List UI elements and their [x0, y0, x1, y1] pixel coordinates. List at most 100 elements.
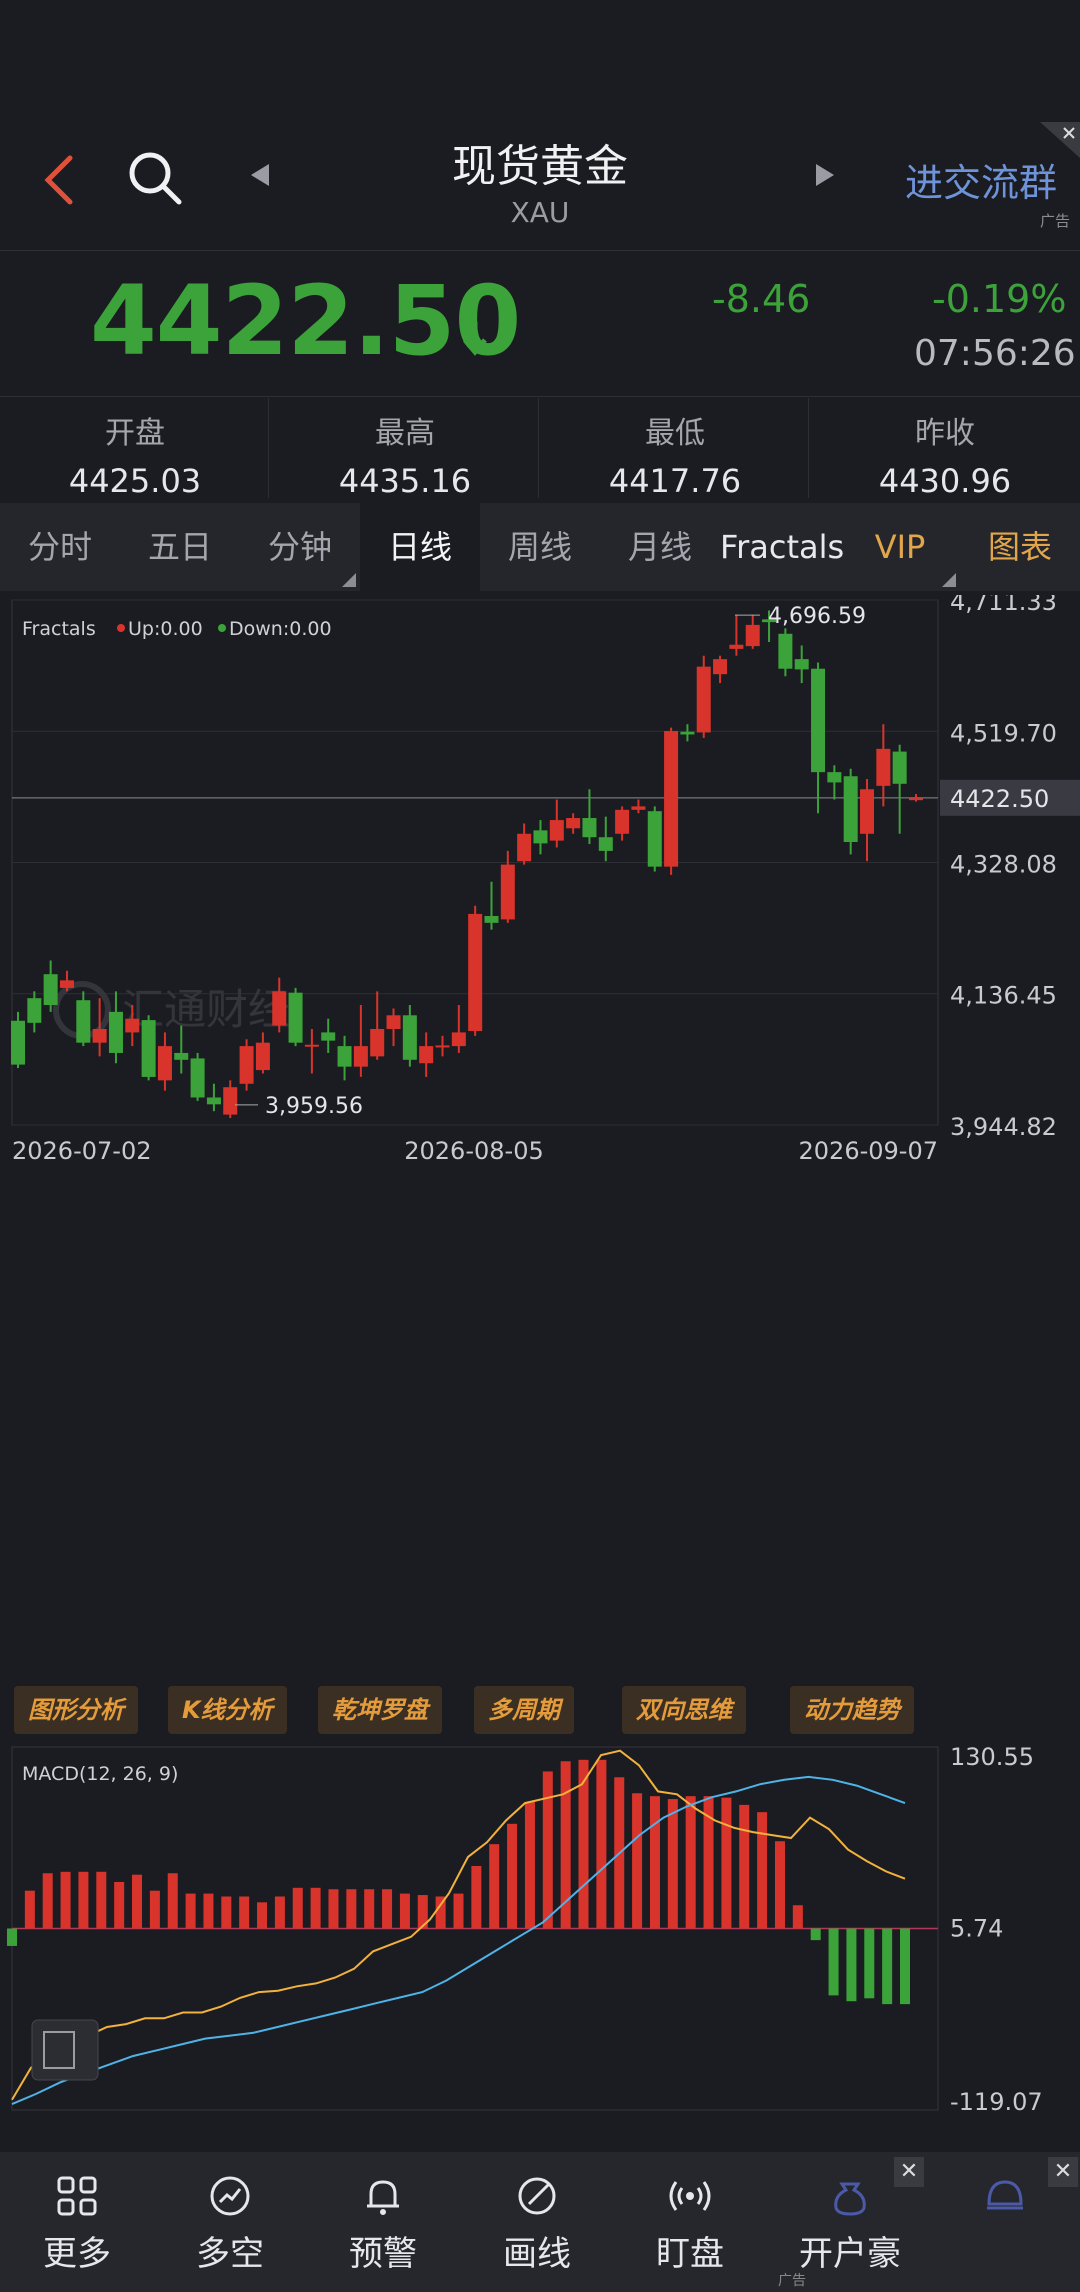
moneybag-icon: [834, 2182, 866, 2216]
x-tick-label: 2026-07-02: [12, 1137, 151, 1165]
candle-body: [288, 992, 303, 1043]
nav-draw-line[interactable]: 画线: [462, 2152, 612, 2292]
tool-kline-analysis-button[interactable]: K线分析: [168, 1686, 287, 1734]
back-icon[interactable]: [40, 150, 80, 210]
nav-ad-close-icon[interactable]: ✕: [894, 2157, 924, 2187]
stat-label: 昨收: [915, 416, 975, 451]
macd-histogram-bar: [60, 1871, 71, 1929]
tab-vip[interactable]: VIP: [840, 503, 960, 591]
header-divider: [0, 250, 1080, 251]
macd-histogram-bar: [739, 1804, 750, 1929]
tool-graphic-analysis-button[interactable]: 图形分析: [14, 1686, 138, 1734]
candle-body: [59, 980, 74, 988]
macd-histogram-bar: [685, 1796, 696, 1929]
x-tick-label: 2026-08-05: [404, 1137, 543, 1165]
x-tick-label: 2026-09-07: [799, 1137, 938, 1165]
nav-ad-close-icon[interactable]: ✕: [1048, 2157, 1078, 2187]
search-icon[interactable]: [125, 148, 185, 208]
legend-up: Up:0.00: [128, 618, 203, 640]
ad-join-group-link[interactable]: 进交流群: [905, 152, 1057, 207]
candle-body: [239, 1046, 254, 1084]
stat-value: 4425.03: [68, 462, 202, 500]
tool-compass-button[interactable]: 乾坤罗盘: [318, 1686, 442, 1734]
candle-body: [860, 789, 875, 834]
macd-histogram-bar: [382, 1889, 393, 1929]
chart-expand-button: [31, 2019, 99, 2081]
current-price-label: 4422.50: [950, 785, 1049, 813]
macd-chart[interactable]: 130.55 5.74 -119.07 MACD(12, 26, 9): [0, 1742, 1080, 2122]
quote-time: 07:56:26: [914, 333, 1076, 374]
macd-histogram-bar: [596, 1759, 607, 1929]
candle-body: [451, 1032, 466, 1047]
candle-body: [174, 1052, 189, 1060]
tab-label: 分时: [27, 528, 92, 566]
candle-body: [468, 913, 483, 1032]
tab-intraday[interactable]: 分时: [0, 503, 120, 591]
broadcast-icon: [669, 2181, 711, 2211]
candle-body: [794, 659, 809, 670]
candle-body: [92, 1028, 107, 1043]
y-tick-label: 4,711.33: [950, 595, 1057, 616]
tab-weekly[interactable]: 周线: [480, 503, 600, 591]
tab-fractals[interactable]: Fractals: [720, 503, 844, 591]
candlestick-chart[interactable]: 4,711.33 4,519.70 4,328.08 4,136.45 3,944.82…: [0, 595, 1080, 1675]
nav-label: 盯盘: [656, 2234, 724, 2274]
candle-body: [370, 1028, 385, 1057]
nav-long-short[interactable]: 多空: [155, 2152, 305, 2292]
stat-label: 开盘: [105, 416, 165, 451]
candle-body: [337, 1046, 352, 1067]
candle-body: [190, 1058, 205, 1098]
candle-body: [631, 806, 646, 810]
macd-histogram-bar: [810, 1928, 821, 1941]
tab-monthly[interactable]: 月线: [600, 503, 720, 591]
tab-daily[interactable]: 日线: [360, 503, 480, 591]
candle-body: [811, 668, 826, 773]
macd-histogram-bar: [292, 1887, 303, 1929]
grid-icon: [57, 2176, 97, 2216]
candle-body: [27, 998, 42, 1023]
macd-histogram-bar: [828, 1928, 839, 1996]
candle-body: [680, 731, 695, 735]
tool-two-way-thinking-button[interactable]: 双向思维: [622, 1686, 746, 1734]
tab-five-day[interactable]: 五日: [120, 503, 240, 591]
previous-symbol-icon[interactable]: [245, 160, 275, 190]
candle-body: [141, 1020, 156, 1077]
candle-body: [157, 1046, 172, 1081]
dropdown-corner-icon: [942, 573, 956, 587]
stat-low: 最低 4417.76: [540, 408, 810, 500]
candle-body: [125, 1018, 140, 1033]
next-symbol-icon[interactable]: [810, 160, 840, 190]
candle-body: [76, 1000, 91, 1043]
tab-minute[interactable]: 分钟: [240, 503, 360, 591]
stat-label: 最高: [375, 416, 435, 451]
candle-body: [386, 1015, 401, 1029]
tab-chart-settings[interactable]: 图表: [960, 503, 1080, 591]
nav-alert[interactable]: 预警: [308, 2152, 458, 2292]
candle-body: [533, 830, 548, 844]
ad-close-icon[interactable]: [1040, 122, 1080, 158]
candle-body: [647, 811, 662, 867]
candle-body: [321, 1032, 336, 1041]
y-tick-label: 4,136.45: [950, 982, 1057, 1010]
macd-histogram-bar: [185, 1893, 196, 1929]
period-tabs: 分时 五日 分钟 日线 周线 月线 Fractals VIP 图表: [0, 503, 1080, 591]
candle-body: [696, 666, 711, 733]
helmet-icon: [987, 2180, 1023, 2210]
macd-histogram-bar: [524, 1801, 535, 1929]
macd-histogram-bar: [453, 1893, 464, 1929]
candle-body: [223, 1087, 238, 1115]
candle-body: [272, 991, 287, 1026]
tool-momentum-trend-button[interactable]: 动力趋势: [790, 1686, 914, 1734]
nav-more[interactable]: 更多: [2, 2152, 152, 2292]
tool-multi-period-button[interactable]: 多周期: [474, 1686, 574, 1734]
candle-body: [827, 772, 842, 783]
candle-body: [566, 818, 581, 829]
macd-histogram-bar: [399, 1893, 410, 1929]
candle-body: [206, 1097, 221, 1105]
stat-value: 4417.76: [608, 462, 742, 500]
price-change-percent: -0.19%: [932, 277, 1067, 321]
macd-histogram-bar: [24, 1890, 35, 1929]
macd-histogram-bar: [792, 1905, 803, 1929]
macd-histogram-bar: [114, 1881, 125, 1929]
nav-watch[interactable]: 盯盘: [615, 2152, 765, 2292]
